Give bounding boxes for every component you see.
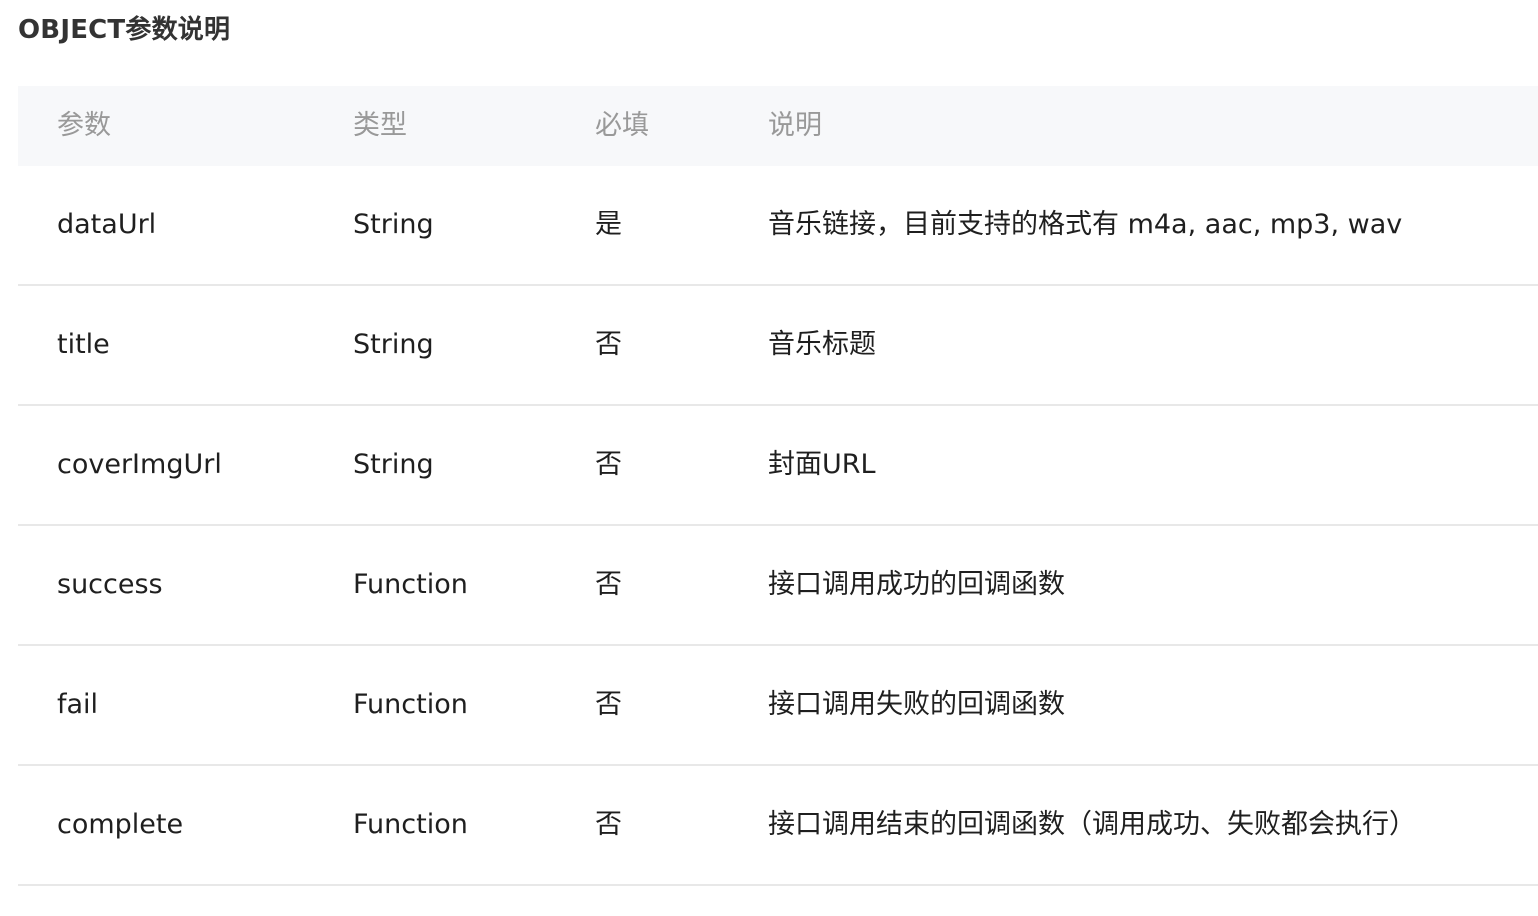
param-description: 接口调用结束的回调函数（调用成功、失败都会执行） [768,809,1416,840]
header-type: 类型 [353,110,407,141]
table-row: complete Function 否 接口调用结束的回调函数（调用成功、失败都… [18,766,1538,886]
param-name: coverImgUrl [57,449,222,480]
param-required: 否 [595,689,622,720]
param-description: 接口调用成功的回调函数 [768,569,1065,600]
param-type: Function [353,809,468,840]
param-required: 否 [595,569,622,600]
param-name: fail [57,689,99,720]
table-row: coverImgUrl String 否 封面URL [18,406,1538,526]
param-required: 否 [595,329,622,360]
param-type: String [353,329,434,360]
param-required: 否 [595,809,622,840]
param-type: String [353,449,434,480]
header-param: 参数 [57,110,111,141]
page-title: OBJECT参数说明 [18,15,231,45]
param-table: 参数 类型 必填 说明 dataUrl String 是 音乐链接，目前支持的格… [18,86,1538,886]
param-description: 封面URL [768,449,876,480]
param-required: 否 [595,449,622,480]
table-header: 参数 类型 必填 说明 [18,86,1538,166]
param-description: 音乐链接，目前支持的格式有 m4a, aac, mp3, wav [768,209,1403,240]
param-name: dataUrl [57,209,157,240]
param-type: String [353,209,434,240]
header-description: 说明 [768,110,822,141]
header-required: 必填 [595,110,649,141]
param-description: 接口调用失败的回调函数 [768,689,1065,720]
param-type: Function [353,689,468,720]
param-description: 音乐标题 [768,329,876,360]
param-name: title [57,329,110,360]
param-required: 是 [595,209,622,240]
param-name: success [57,569,163,600]
table-row: fail Function 否 接口调用失败的回调函数 [18,646,1538,766]
table-row: title String 否 音乐标题 [18,286,1538,406]
table-row: dataUrl String 是 音乐链接，目前支持的格式有 m4a, aac,… [18,166,1538,286]
table-row: success Function 否 接口调用成功的回调函数 [18,526,1538,646]
param-name: complete [57,809,184,840]
param-type: Function [353,569,468,600]
